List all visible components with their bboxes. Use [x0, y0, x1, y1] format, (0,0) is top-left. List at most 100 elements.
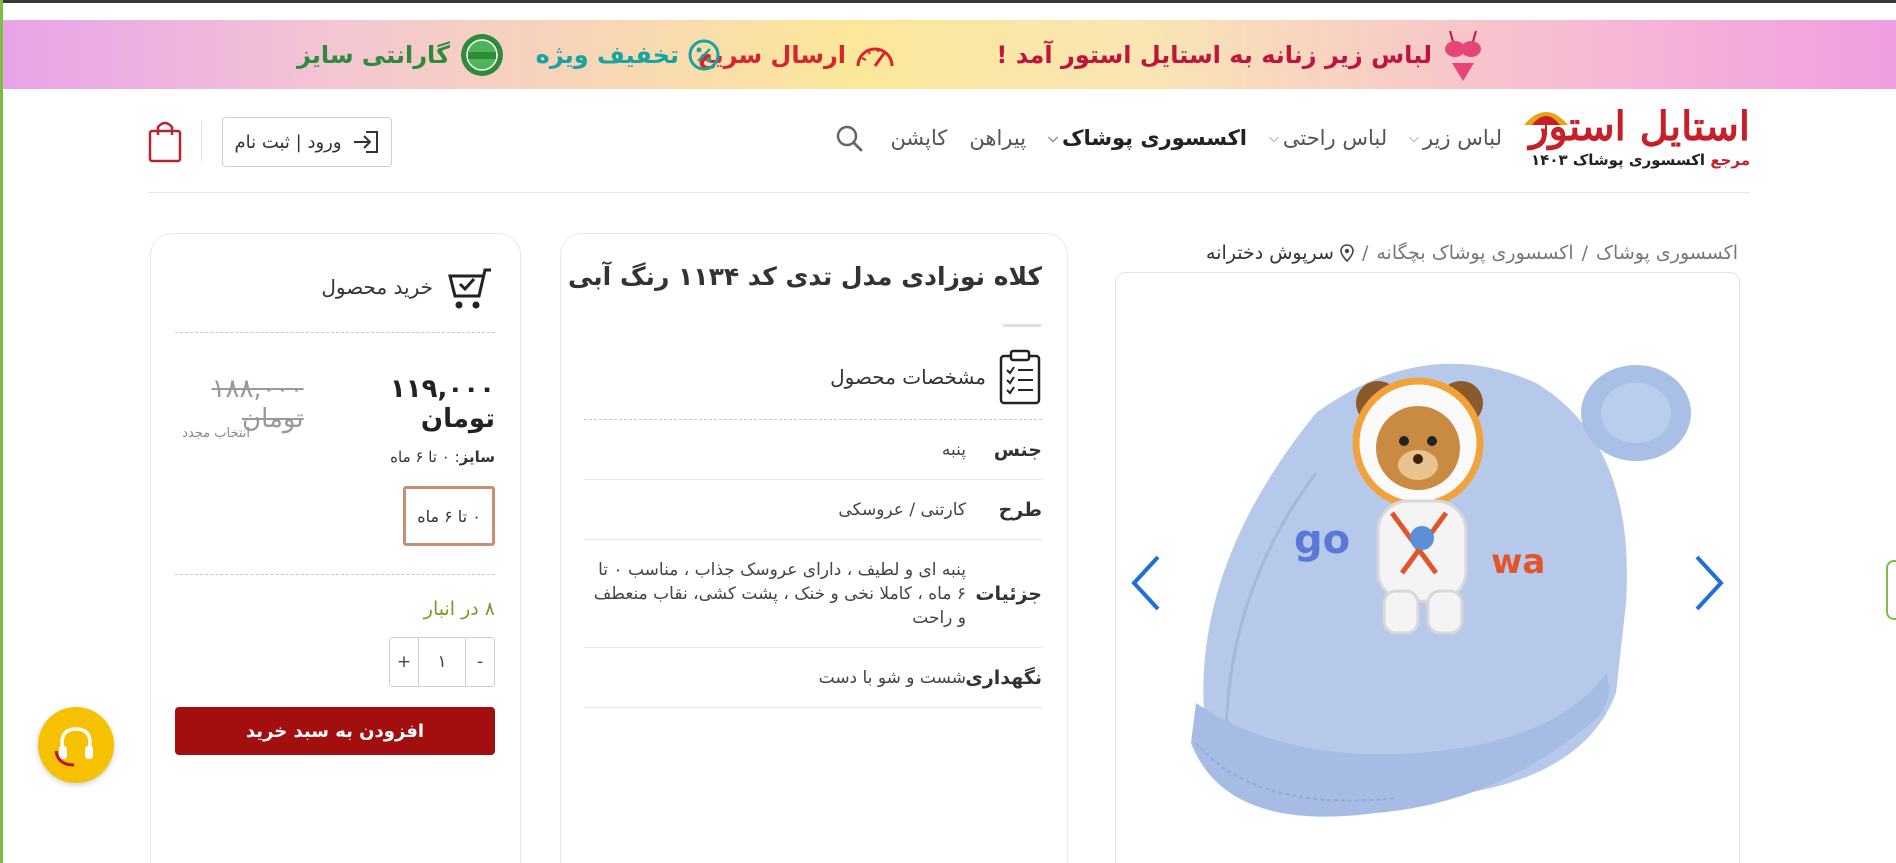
- site-header: استایل استور مرجع اکسسوری پوشاک ۱۴۰۳ لبا…: [148, 95, 1752, 193]
- discount-badge-icon: [687, 38, 721, 72]
- spec-row-material: جنس پنبه: [584, 420, 1042, 480]
- nav-item-shirt[interactable]: پیراهن: [969, 126, 1026, 150]
- search-icon: [837, 125, 863, 152]
- shopping-bag-icon: [148, 121, 182, 163]
- size-label-key: سایز: [459, 448, 495, 466]
- nav-item-loungewear[interactable]: لباس راحتی ⌵: [1269, 126, 1387, 150]
- purchase-divider: [175, 332, 495, 333]
- spec-key: جنس: [993, 438, 1042, 461]
- quantity-stepper: - ۱ +: [389, 637, 495, 687]
- price-row: ۱۱۹,۰۰۰ تومان ۱۸۸,۰۰۰ تومان: [151, 374, 495, 434]
- badge-text-wa: wa: [1491, 542, 1545, 582]
- add-to-cart-button[interactable]: افزودن به سبد خرید: [175, 707, 495, 755]
- login-label: ورود | ثبت نام: [234, 131, 342, 153]
- support-chat-button[interactable]: [38, 707, 114, 783]
- chevron-right-icon: [1695, 555, 1724, 611]
- window-top-border: [0, 0, 1896, 3]
- spec-value: پنبه: [941, 439, 966, 460]
- specs-table: جنس پنبه طرح کارتنی / عروسکی جزئیات پنبه…: [584, 420, 1042, 708]
- slider-next-button[interactable]: [1691, 553, 1727, 617]
- main-nav: لباس زیر ⌵ لباس راحتی ⌵ اکسسوری پوشاک ⌵ …: [834, 115, 1502, 161]
- spec-value: شست و شو با دست: [818, 667, 966, 688]
- breadcrumb-separator: /: [1361, 242, 1369, 264]
- chevron-left-icon: [1131, 555, 1160, 611]
- banner-message-text: لباس زیر زنانه به استایل استور آمد !: [996, 40, 1432, 69]
- spec-row-details: جزئیات پنبه ای و لطیف ، دارای عروسک جذاب…: [584, 540, 1042, 648]
- badge-text-go: go: [1294, 517, 1350, 563]
- specs-heading-text: مشخصات محصول: [830, 365, 986, 389]
- purchase-divider: [175, 574, 495, 575]
- quantity-increase-button[interactable]: +: [390, 638, 418, 686]
- stock-status: ۸ در انبار: [423, 598, 495, 620]
- slider-prev-button[interactable]: [1128, 553, 1164, 617]
- lingerie-icon: [1440, 25, 1486, 85]
- chevron-down-icon: ⌵: [1269, 130, 1279, 146]
- nav-item-jacket[interactable]: کاپشن: [890, 126, 947, 150]
- spec-row-care: نگهداری شست و شو با دست: [584, 648, 1042, 708]
- purchase-heading: خرید محصول: [321, 262, 495, 312]
- banner-discount-text: تخفیف ویژه: [535, 40, 679, 69]
- price-original: ۱۸۸,۰۰۰ تومان: [211, 374, 304, 434]
- product-image: go wa: [1191, 363, 1691, 817]
- umbrella-icon: [1522, 105, 1570, 141]
- cart-check-icon: [448, 268, 491, 309]
- headset-icon: [54, 727, 93, 767]
- login-icon: [352, 129, 380, 155]
- speedometer-icon: [854, 40, 896, 70]
- banner-guarantee: گارانتی سایز: [297, 20, 506, 89]
- purchase-heading-text: خرید محصول: [321, 275, 433, 299]
- banner-message: لباس زیر زنانه به استایل استور آمد !: [996, 20, 1486, 89]
- nav-item-label: کاپشن: [890, 126, 948, 150]
- search-button[interactable]: [834, 123, 864, 153]
- breadcrumb-current-label: سرپوش دخترانه: [1206, 242, 1334, 264]
- spec-value: کارتنی / عروسکی: [838, 499, 966, 520]
- nav-item-label: لباس راحتی: [1282, 126, 1388, 150]
- price-current: ۱۱۹,۰۰۰ تومان: [389, 374, 495, 434]
- login-register-button[interactable]: ورود | ثبت نام: [222, 117, 392, 167]
- breadcrumb: اکسسوری پوشاک / اکسسوری پوشاک بچگانه / س…: [1206, 242, 1738, 264]
- chevron-down-icon: ⌵: [1048, 130, 1058, 146]
- size-selected-label: سایز: ۰ تا ۶ ماه: [390, 448, 495, 466]
- breadcrumb-link-kids-accessories[interactable]: اکسسوری پوشاک بچگانه: [1376, 242, 1573, 264]
- breadcrumb-separator: /: [1581, 242, 1589, 264]
- clipboard-checklist-icon: [999, 349, 1041, 405]
- guarantee-seal-icon: [458, 31, 506, 79]
- product-image-slider[interactable]: go wa: [1115, 272, 1740, 863]
- breadcrumb-link-accessories[interactable]: اکسسوری پوشاک: [1596, 242, 1738, 264]
- logo-tagline-text: اکسسوری پوشاک: [1572, 151, 1706, 169]
- product-title: کلاه نوزادی مدل تدی کد ۱۱۳۴ رنگ آبی: [568, 262, 1042, 291]
- nav-item-label: لباس زیر: [1422, 126, 1502, 150]
- spec-value: پنبه ای و لطیف ، دارای عروسک جذاب ، مناس…: [593, 559, 966, 628]
- banner-guarantee-text: گارانتی سایز: [296, 40, 450, 69]
- purchase-card: خرید محصول ۱۱۹,۰۰۰ تومان ۱۸۸,۰۰۰ تومان ا…: [150, 233, 521, 863]
- quantity-input[interactable]: ۱: [418, 638, 466, 686]
- nav-item-label: پیراهن: [969, 126, 1027, 150]
- logo-tagline-red: مرجع: [1710, 151, 1750, 169]
- nav-item-accessories[interactable]: اکسسوری پوشاک ⌵: [1048, 126, 1247, 150]
- side-widget-tab[interactable]: [1886, 560, 1896, 620]
- nav-item-label: اکسسوری پوشاک: [1061, 126, 1247, 150]
- location-pin-icon: [1340, 244, 1354, 262]
- banner-fast-shipping: ارسال سریع: [698, 20, 896, 89]
- promo-banner[interactable]: لباس زیر زنانه به استایل استور آمد ! ارس…: [3, 20, 1896, 89]
- logo-tagline: مرجع اکسسوری پوشاک ۱۴۰۳: [1520, 151, 1750, 169]
- quantity-decrease-button[interactable]: -: [466, 638, 494, 686]
- spec-key: نگهداری: [965, 666, 1042, 689]
- size-option-0-6-months[interactable]: ۰ تا ۶ ماه: [403, 486, 495, 546]
- header-divider: [201, 121, 202, 161]
- size-label-value: ۰ تا ۶ ماه: [390, 448, 450, 466]
- window-left-border: [0, 0, 3, 863]
- product-specs-card: کلاه نوزادی مدل تدی کد ۱۱۳۴ رنگ آبی مشخص…: [560, 233, 1068, 863]
- reset-selection-link[interactable]: انتخاب مجدد: [182, 426, 250, 441]
- nav-item-underwear[interactable]: لباس زیر ⌵: [1409, 126, 1502, 150]
- specs-heading: مشخصات محصول: [830, 348, 1042, 406]
- spec-key: جزئیات: [975, 582, 1042, 605]
- site-logo[interactable]: استایل استور مرجع اکسسوری پوشاک ۱۴۰۳: [1520, 105, 1752, 183]
- logo-year: ۱۴۰۳: [1531, 151, 1568, 169]
- chevron-down-icon: ⌵: [1409, 130, 1419, 146]
- breadcrumb-current: سرپوش دخترانه: [1206, 242, 1354, 264]
- spec-row-pattern: طرح کارتنی / عروسکی: [584, 480, 1042, 540]
- cart-button[interactable]: [148, 119, 182, 167]
- title-underline: [1003, 324, 1041, 327]
- banner-discount: تخفیف ویژه: [536, 20, 721, 89]
